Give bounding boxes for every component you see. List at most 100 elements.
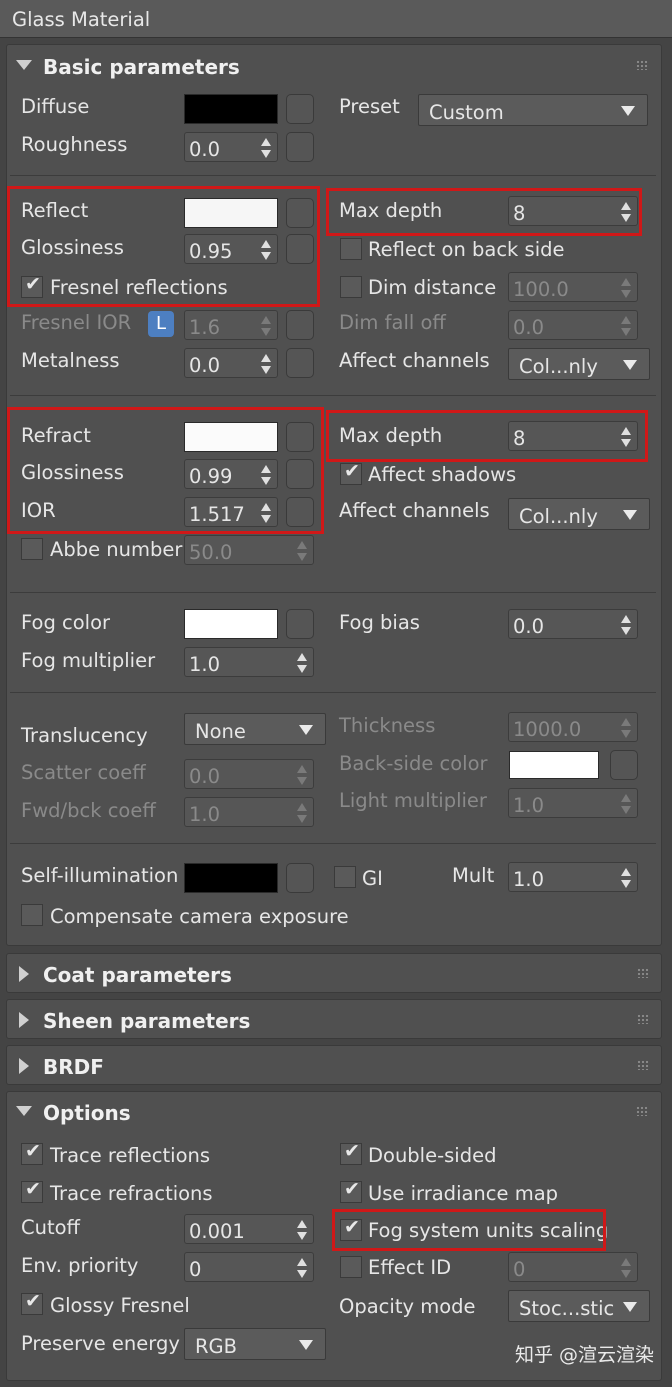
spinner-arrows-icon[interactable] <box>297 1258 307 1278</box>
refract-glossiness-map-button[interactable] <box>286 459 314 489</box>
options-header[interactable]: Options <box>6 1092 662 1130</box>
refract-color-swatch[interactable] <box>184 422 278 452</box>
abbe-number-checkbox[interactable] <box>21 538 43 560</box>
refract-affect-channels-dropdown[interactable]: Col...nly <box>508 498 650 530</box>
self-illumination-swatch[interactable] <box>184 863 278 893</box>
spinner-arrows-icon[interactable] <box>621 427 631 447</box>
effect-id-spinner[interactable]: 0 <box>508 1252 638 1282</box>
spinner-arrows-icon[interactable] <box>297 765 307 785</box>
fwd-bck-coeff-label: Fwd/bck coeff <box>21 799 156 822</box>
spinner-arrows-icon[interactable] <box>621 718 631 738</box>
refract-max-depth-label: Max depth <box>339 424 443 447</box>
spinner-arrows-icon[interactable] <box>621 1258 631 1278</box>
drag-grip-icon[interactable] <box>637 1060 649 1070</box>
refract-map-button[interactable] <box>286 422 314 452</box>
trace-refractions-checkbox[interactable]: ✔ <box>21 1180 43 1203</box>
fog-bias-spinner[interactable]: 0.0 <box>508 609 638 639</box>
spinner-arrows-icon[interactable] <box>297 653 307 673</box>
abbe-number-spinner[interactable]: 50.0 <box>184 535 314 565</box>
light-multiplier-spinner[interactable]: 1.0 <box>508 788 638 818</box>
reflect-map-button[interactable] <box>286 198 314 228</box>
refract-glossiness-spinner[interactable]: 0.99 <box>184 459 278 489</box>
drag-grip-icon[interactable] <box>636 60 648 70</box>
fresnel-ior-map-button[interactable] <box>286 310 314 340</box>
reflect-glossiness-map-button[interactable] <box>286 234 314 264</box>
preset-value: Custom <box>429 101 504 124</box>
fresnel-ior-lock-button[interactable]: L <box>148 311 174 337</box>
opacity-mode-dropdown[interactable]: Stoc...stic <box>508 1290 650 1322</box>
drag-grip-icon[interactable] <box>636 1106 648 1116</box>
fog-color-swatch[interactable] <box>184 609 278 639</box>
self-illumination-map-button[interactable] <box>286 863 314 893</box>
env-priority-spinner[interactable]: 0 <box>184 1252 314 1282</box>
diffuse-color-swatch[interactable] <box>184 94 278 124</box>
brdf-rollout[interactable]: BRDF <box>6 1045 662 1085</box>
scatter-coeff-spinner[interactable]: 0.0 <box>184 759 314 789</box>
ior-spinner[interactable]: 1.517 <box>184 497 278 527</box>
reflect-color-swatch[interactable] <box>184 198 278 228</box>
dim-distance-spinner[interactable]: 100.0 <box>508 272 638 302</box>
spinner-arrows-icon[interactable] <box>261 465 271 485</box>
fog-units-scaling-checkbox[interactable]: ✔ <box>340 1218 362 1241</box>
glossy-fresnel-checkbox[interactable]: ✔ <box>21 1292 43 1315</box>
roughness-spinner[interactable]: 0.0 <box>184 132 278 162</box>
window-title: Glass Material <box>12 8 151 31</box>
preserve-energy-label: Preserve energy <box>21 1332 180 1355</box>
spinner-arrows-icon[interactable] <box>621 868 631 888</box>
reflect-affect-channels-dropdown[interactable]: Col...nly <box>508 348 650 380</box>
coat-parameters-rollout[interactable]: Coat parameters <box>6 953 662 993</box>
reflect-max-depth-label: Max depth <box>339 199 443 222</box>
roughness-map-button[interactable] <box>286 132 314 162</box>
refract-max-depth-spinner[interactable]: 8 <box>508 421 638 451</box>
spinner-arrows-icon[interactable] <box>297 803 307 823</box>
reflect-glossiness-spinner[interactable]: 0.95 <box>184 234 278 264</box>
basic-parameters-header[interactable]: Basic parameters <box>6 46 662 84</box>
thickness-spinner[interactable]: 1000.0 <box>508 712 638 742</box>
spinner-arrows-icon[interactable] <box>261 316 271 336</box>
fwd-bck-coeff-spinner[interactable]: 1.0 <box>184 797 314 827</box>
dim-distance-checkbox[interactable] <box>340 276 362 298</box>
mult-spinner[interactable]: 1.0 <box>508 862 638 892</box>
fog-multiplier-spinner[interactable]: 1.0 <box>184 647 314 677</box>
preset-dropdown[interactable]: Custom <box>418 94 648 126</box>
fresnel-ior-spinner[interactable]: 1.6 <box>184 310 278 340</box>
double-sided-checkbox[interactable]: ✔ <box>340 1142 362 1165</box>
preserve-energy-dropdown[interactable]: RGB <box>184 1328 326 1360</box>
diffuse-map-button[interactable] <box>286 94 314 124</box>
roughness-label: Roughness <box>21 133 128 156</box>
spinner-arrows-icon[interactable] <box>261 138 271 158</box>
spinner-arrows-icon[interactable] <box>297 1220 307 1240</box>
light-multiplier-value: 1.0 <box>513 794 545 817</box>
translucency-dropdown[interactable]: None <box>184 713 326 745</box>
affect-shadows-checkbox[interactable]: ✔ <box>340 462 362 485</box>
back-side-map-button[interactable] <box>610 750 638 780</box>
ior-map-button[interactable] <box>286 497 314 527</box>
reflect-back-side-checkbox[interactable] <box>340 238 362 260</box>
sheen-parameters-rollout[interactable]: Sheen parameters <box>6 999 662 1039</box>
spinner-arrows-icon[interactable] <box>621 202 631 222</box>
cutoff-spinner[interactable]: 0.001 <box>184 1214 314 1244</box>
divider <box>10 592 656 593</box>
dim-fall-off-spinner[interactable]: 0.0 <box>508 310 638 340</box>
drag-grip-icon[interactable] <box>637 968 649 978</box>
gi-checkbox[interactable] <box>334 866 356 888</box>
spinner-arrows-icon[interactable] <box>621 278 631 298</box>
metalness-spinner[interactable]: 0.0 <box>184 348 278 378</box>
metalness-map-button[interactable] <box>286 348 314 378</box>
fog-color-map-button[interactable] <box>286 609 314 639</box>
effect-id-checkbox[interactable] <box>340 1256 362 1278</box>
spinner-arrows-icon[interactable] <box>621 316 631 336</box>
spinner-arrows-icon[interactable] <box>621 615 631 635</box>
fresnel-reflections-checkbox[interactable]: ✔ <box>21 275 43 298</box>
spinner-arrows-icon[interactable] <box>261 503 271 523</box>
compensate-exposure-checkbox[interactable] <box>21 904 43 926</box>
drag-grip-icon[interactable] <box>637 1014 649 1024</box>
spinner-arrows-icon[interactable] <box>261 354 271 374</box>
trace-reflections-checkbox[interactable]: ✔ <box>21 1142 43 1165</box>
spinner-arrows-icon[interactable] <box>297 541 307 561</box>
spinner-arrows-icon[interactable] <box>621 794 631 814</box>
spinner-arrows-icon[interactable] <box>261 240 271 260</box>
use-irradiance-map-checkbox[interactable]: ✔ <box>340 1180 362 1203</box>
back-side-color-swatch[interactable] <box>509 751 599 779</box>
reflect-max-depth-spinner[interactable]: 8 <box>508 196 638 226</box>
